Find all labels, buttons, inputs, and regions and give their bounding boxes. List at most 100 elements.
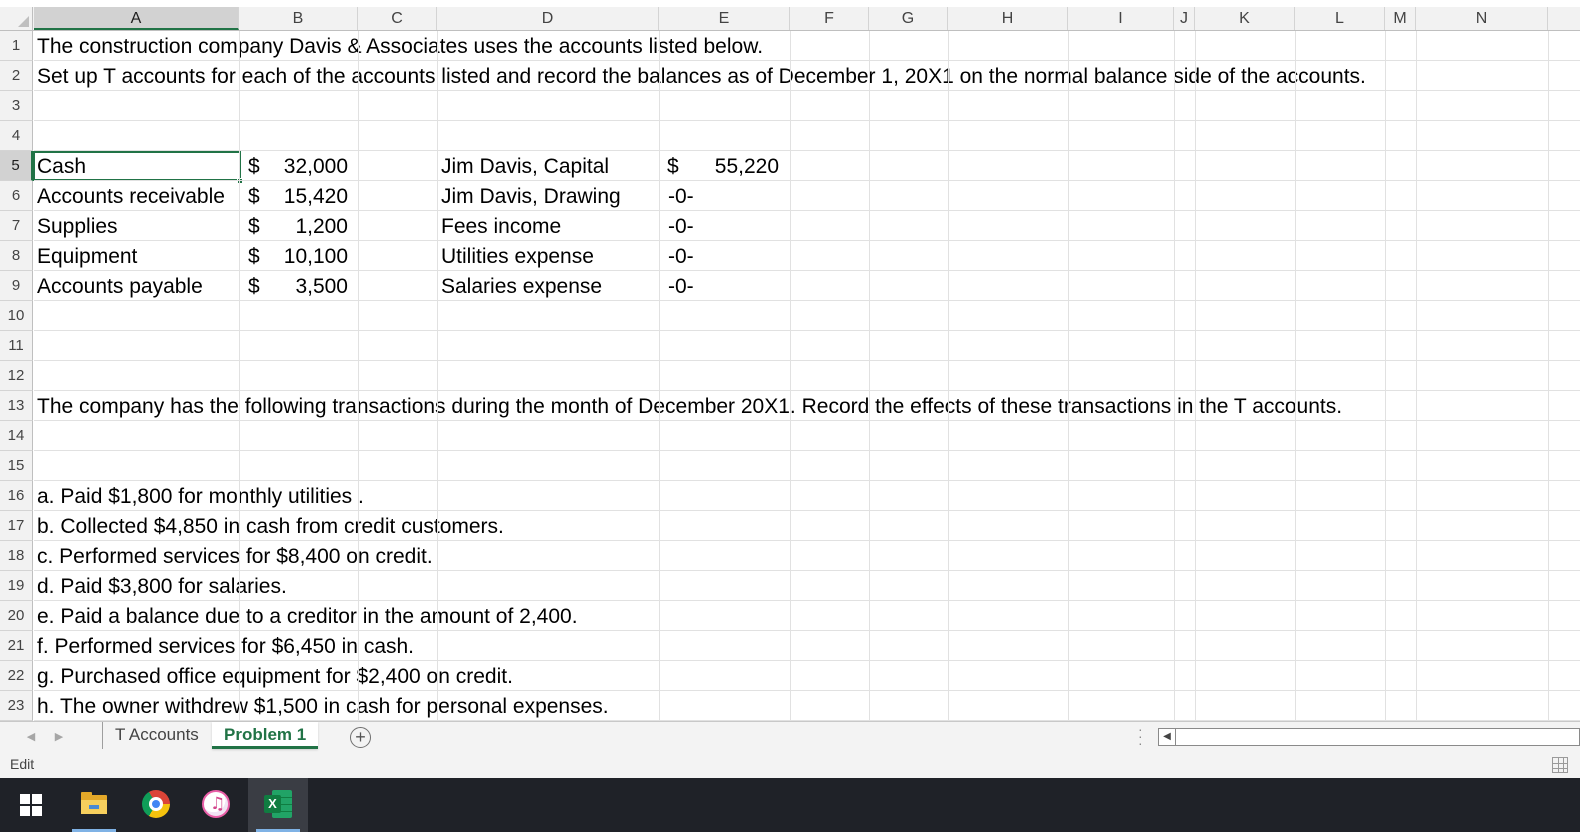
row-header[interactable]: 2 <box>0 61 33 91</box>
row-header[interactable]: 22 <box>0 661 33 691</box>
column-header-a[interactable]: A <box>34 7 239 30</box>
account-name-cell[interactable]: Jim Davis, Capital <box>441 151 609 181</box>
row-header[interactable]: 4 <box>0 121 33 151</box>
amount-cell[interactable]: -0- <box>668 211 694 241</box>
row-header[interactable]: 14 <box>0 421 33 451</box>
chrome-button[interactable] <box>124 778 184 832</box>
amount-cell[interactable]: 1,200 <box>262 211 348 241</box>
currency-cell[interactable]: $ <box>248 211 260 241</box>
row-header[interactable]: 18 <box>0 541 33 571</box>
currency-cell[interactable]: $ <box>248 151 260 181</box>
column-header-m[interactable]: M <box>1385 7 1416 30</box>
intro-line-1[interactable]: The construction company Davis & Associa… <box>37 31 763 61</box>
row-header[interactable]: 1 <box>0 31 33 61</box>
currency-cell[interactable]: $ <box>667 151 679 181</box>
transaction-item[interactable]: h. The owner withdrew $1,500 in cash for… <box>37 691 609 721</box>
select-all-triangle-icon <box>18 16 29 27</box>
account-name-cell[interactable]: Fees income <box>441 211 561 241</box>
column-header-i[interactable]: I <box>1068 7 1174 30</box>
column-header-h[interactable]: H <box>948 7 1068 30</box>
transaction-item[interactable]: f. Performed services for $6,450 in cash… <box>37 631 414 661</box>
row-header[interactable]: 5 <box>0 151 33 181</box>
currency-cell[interactable]: $ <box>248 181 260 211</box>
amount-cell[interactable]: 10,100 <box>262 241 348 271</box>
more-options-icon[interactable]: · · · <box>1138 722 1144 750</box>
sheet-tab-problem-1[interactable]: Problem 1 <box>212 722 319 749</box>
account-name-cell[interactable]: Jim Davis, Drawing <box>441 181 621 211</box>
excel-button[interactable]: X <box>248 778 308 832</box>
amount-cell[interactable]: 15,420 <box>262 181 348 211</box>
intro-line-2[interactable]: Set up T accounts for each of the accoun… <box>37 61 1366 91</box>
column-header-g[interactable]: G <box>869 7 948 30</box>
amount-cell[interactable]: -0- <box>668 271 694 301</box>
column-header-f[interactable]: F <box>790 7 869 30</box>
add-sheet-icon[interactable]: + <box>350 727 371 748</box>
column-header-n[interactable]: N <box>1416 7 1548 30</box>
account-name-cell[interactable]: Utilities expense <box>441 241 594 271</box>
row-header[interactable]: 6 <box>0 181 33 211</box>
scroll-left-icon[interactable]: ◀ <box>1158 728 1176 746</box>
row-header[interactable]: 12 <box>0 361 33 391</box>
row-header[interactable]: 13 <box>0 391 33 421</box>
transaction-item[interactable]: g. Purchased office equipment for $2,400… <box>37 661 513 691</box>
row-header[interactable]: 21 <box>0 631 33 661</box>
active-cell-border[interactable] <box>33 151 241 181</box>
amount-cell[interactable]: 32,000 <box>262 151 348 181</box>
scroll-tabs-right-icon[interactable]: ▶ <box>52 728 66 746</box>
account-name-cell[interactable]: Supplies <box>37 211 118 241</box>
transaction-item[interactable]: b. Collected $4,850 in cash from credit … <box>37 511 504 541</box>
column-header-d[interactable]: D <box>437 7 659 30</box>
row-header[interactable]: 10 <box>0 301 33 331</box>
itunes-icon: ♫ <box>202 790 230 818</box>
amount-cell[interactable]: 55,220 <box>690 151 779 181</box>
row-header[interactable]: 16 <box>0 481 33 511</box>
amount-cell[interactable]: -0- <box>668 181 694 211</box>
column-header-k[interactable]: K <box>1195 7 1295 30</box>
normal-view-icon[interactable] <box>1552 757 1568 773</box>
column-header-e[interactable]: E <box>659 7 790 30</box>
column-header-b[interactable]: B <box>239 7 358 30</box>
amount-cell[interactable]: 3,500 <box>262 271 348 301</box>
file-explorer-button[interactable] <box>64 778 124 832</box>
row-header[interactable]: 3 <box>0 91 33 121</box>
currency-cell[interactable]: $ <box>248 271 260 301</box>
grid-row: 20 e. Paid a balance due to a creditor i… <box>0 601 1580 631</box>
column-header-c[interactable]: C <box>358 7 437 30</box>
row-header[interactable]: 19 <box>0 571 33 601</box>
amount-cell[interactable]: -0- <box>668 241 694 271</box>
transaction-item[interactable]: e. Paid a balance due to a creditor in t… <box>37 601 578 631</box>
row-header[interactable]: 17 <box>0 511 33 541</box>
itunes-button[interactable]: ♫ <box>184 778 244 832</box>
row-header[interactable]: 8 <box>0 241 33 271</box>
grid-row: 1 The construction company Davis & Assoc… <box>0 31 1580 61</box>
row-header[interactable]: 7 <box>0 211 33 241</box>
account-name-cell[interactable]: Equipment <box>37 241 137 271</box>
grid-row: 10 <box>0 301 1580 331</box>
chrome-icon <box>142 790 170 818</box>
column-header-bar: A B C D E F G H I J K L M N <box>0 7 1580 31</box>
transaction-item[interactable]: a. Paid $1,800 for monthly utilities . <box>37 481 364 511</box>
taskbar: ♫ X <box>0 778 1580 832</box>
currency-cell[interactable]: $ <box>248 241 260 271</box>
row-header[interactable]: 11 <box>0 331 33 361</box>
row-header[interactable]: 9 <box>0 271 33 301</box>
excel-icon: X <box>264 790 292 818</box>
column-header-j[interactable]: J <box>1174 7 1195 30</box>
account-name-cell[interactable]: Accounts receivable <box>37 181 225 211</box>
account-name-cell[interactable]: Accounts payable <box>37 271 203 301</box>
transaction-item[interactable]: c. Performed services for $8,400 on cred… <box>37 541 433 571</box>
start-button[interactable] <box>0 778 60 832</box>
horizontal-scrollbar[interactable] <box>1176 728 1580 746</box>
transaction-item[interactable]: d. Paid $3,800 for salaries. <box>37 571 287 601</box>
row-header[interactable]: 20 <box>0 601 33 631</box>
row-header[interactable]: 15 <box>0 451 33 481</box>
fill-handle[interactable] <box>237 178 243 184</box>
column-header-l[interactable]: L <box>1295 7 1385 30</box>
row-header[interactable]: 23 <box>0 691 33 721</box>
transactions-intro[interactable]: The company has the following transactio… <box>37 391 1342 421</box>
worksheet-grid[interactable]: 1 The construction company Davis & Assoc… <box>0 31 1580 721</box>
select-all-button[interactable] <box>0 7 33 30</box>
scroll-tabs-left-icon[interactable]: ◀ <box>24 728 38 746</box>
account-name-cell[interactable]: Salaries expense <box>441 271 602 301</box>
sheet-tab-t-accounts[interactable]: T Accounts <box>102 722 211 749</box>
